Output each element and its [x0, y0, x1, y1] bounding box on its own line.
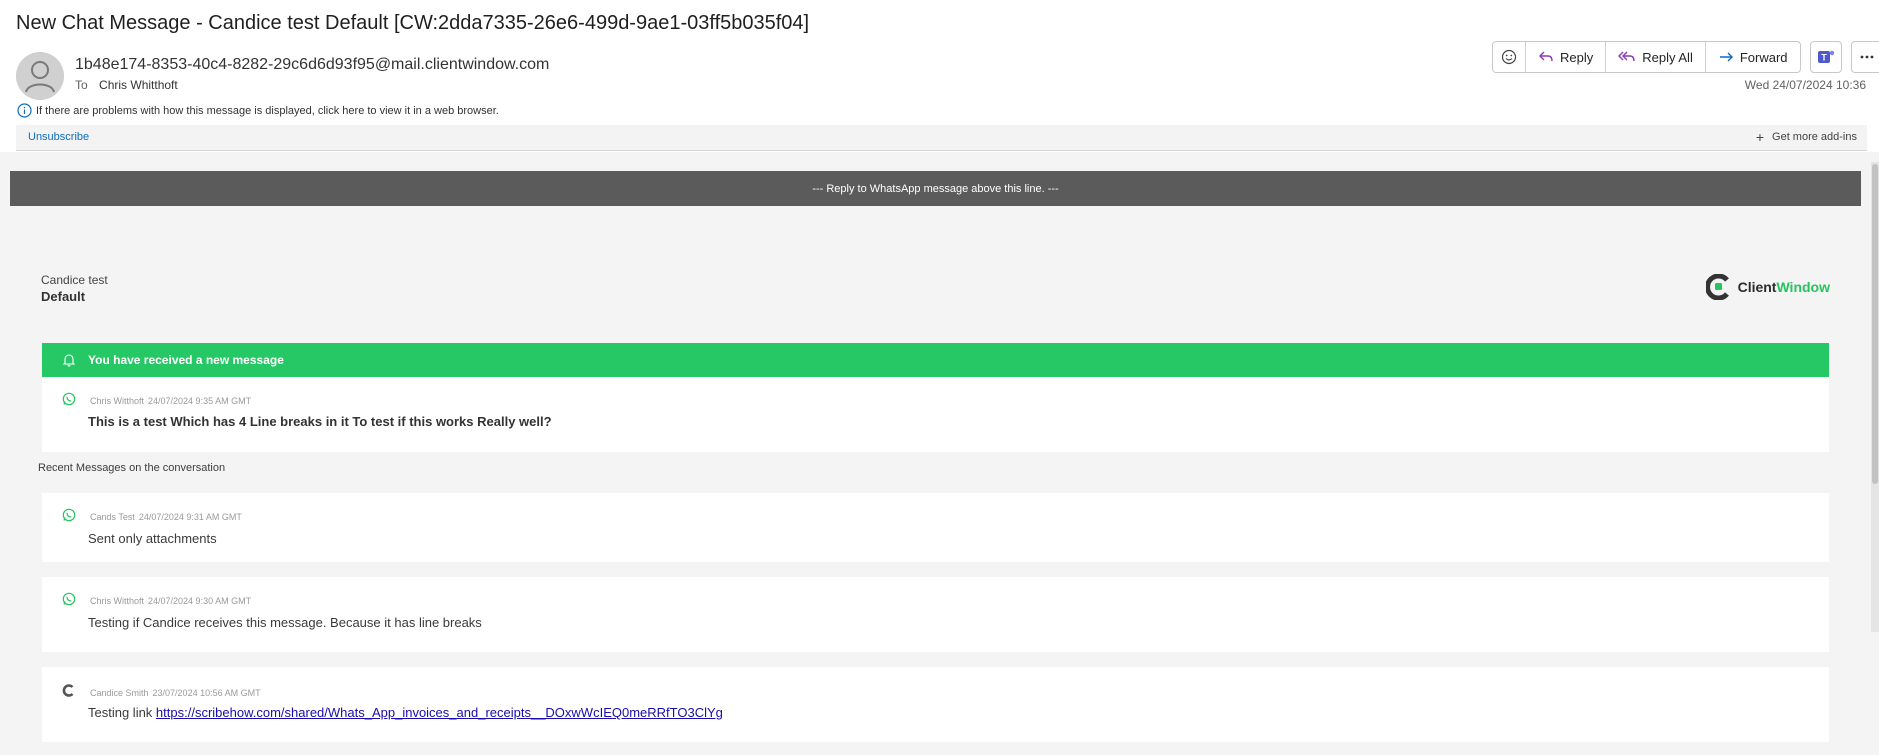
to-label: To [75, 78, 88, 92]
brand-name-part1: Client [1737, 279, 1777, 295]
message-meta: Candice Smith 23/07/2024 10:56 AM GMT [90, 688, 261, 698]
emoji-icon [1501, 49, 1517, 65]
info-banner[interactable]: If there are problems with how this mess… [17, 103, 499, 118]
recipient-name[interactable]: Chris Whitthoft [99, 78, 178, 92]
message-time: 24/07/2024 9:30 AM GMT [148, 596, 252, 606]
reply-all-button[interactable]: Reply All [1606, 42, 1706, 72]
account-subtitle: Default [41, 289, 86, 304]
recent-message-card: Candice Smith 23/07/2024 10:56 AM GMT Tes… [42, 667, 1829, 742]
sender-address[interactable]: 1b48e174-8353-40c4-8282-29c6d6d93f95@mai… [75, 56, 549, 74]
email-subject: New Chat Message - Candice test Default … [16, 12, 810, 34]
message-author: Chris Witthoft [90, 396, 145, 406]
avatar [16, 52, 64, 100]
teams-icon: T [1817, 50, 1834, 63]
message-text: This is a test Which has 4 Line breaks i… [88, 414, 552, 429]
unsubscribe-link[interactable]: Unsubscribe [28, 131, 89, 143]
message-author: Chris Witthoft [90, 596, 145, 606]
scrollbar-thumb[interactable] [1872, 164, 1878, 484]
recent-messages-label: Recent Messages on the conversation [38, 462, 226, 474]
reply-icon [1539, 51, 1553, 62]
new-message-card: Chris Witthoft 24/07/2024 9:35 AM GMT Thi… [42, 377, 1829, 452]
clientwindow-logo: ClientWindow [1705, 274, 1830, 300]
message-author: Cands Test [90, 512, 135, 522]
message-time: 24/07/2024 9:31 AM GMT [138, 512, 242, 522]
more-icon [1860, 55, 1873, 59]
brand-name-part2: Window [1776, 279, 1830, 295]
message-text: Sent only attachments [88, 531, 217, 546]
account-block: Candice test Default [41, 273, 108, 304]
reply-all-label: Reply All [1642, 49, 1693, 65]
action-button-group: Reply Reply All Forward [1492, 41, 1801, 73]
whatsapp-icon [62, 392, 76, 406]
info-icon [17, 103, 32, 118]
scrollbar[interactable] [1871, 162, 1879, 632]
teams-button[interactable]: T [1809, 41, 1842, 73]
forward-label: Forward [1739, 49, 1788, 65]
get-addins-button[interactable]: + Get more add-ins [1755, 128, 1857, 145]
message-text: Testing link https://scribehow.com/share… [88, 705, 723, 720]
message-toolbar: Reply Reply All Forward T [1492, 41, 1879, 73]
message-link[interactable]: https://scribehow.com/shared/Whats_App_i… [156, 705, 723, 720]
whatsapp-icon [62, 508, 76, 522]
reply-label: Reply [1560, 49, 1594, 65]
notification-banner: You have received a new message [42, 343, 1829, 377]
addin-bar: Unsubscribe + Get more add-ins [16, 125, 1867, 151]
message-date: Wed 24/07/2024 10:36 [1744, 78, 1866, 92]
reply-button[interactable]: Reply [1526, 42, 1607, 72]
message-text: Testing if Candice receives this message… [88, 615, 482, 630]
whatsapp-icon [62, 592, 76, 606]
message-time: 24/07/2024 9:35 AM GMT [148, 396, 252, 406]
bell-icon [62, 354, 76, 367]
info-text[interactable]: If there are problems with how this mess… [36, 105, 499, 117]
recent-message-card: Cands Test 24/07/2024 9:31 AM GMT Sent on… [42, 493, 1829, 562]
reply-instruction-bar: --- Reply to WhatsApp message above this… [10, 171, 1861, 206]
reply-all-icon [1618, 51, 1635, 62]
forward-button[interactable]: Forward [1706, 42, 1800, 72]
clientwindow-icon [62, 684, 74, 697]
message-meta: Cands Test 24/07/2024 9:31 AM GMT [90, 512, 242, 522]
recipient-row: To Chris Whitthoft [75, 78, 178, 92]
svg-text:T: T [1821, 53, 1827, 63]
recent-message-card: Chris Witthoft 24/07/2024 9:30 AM GMT Tes… [42, 577, 1829, 652]
get-addins-label: Get more add-ins [1772, 131, 1857, 143]
message-time: 23/07/2024 10:56 AM GMT [152, 688, 261, 698]
clientwindow-logo-icon [1705, 274, 1729, 300]
account-name: Candice test [41, 273, 108, 287]
plus-icon: + [1755, 128, 1765, 145]
message-meta: Chris Witthoft 24/07/2024 9:35 AM GMT [90, 396, 251, 406]
email-body: --- Reply to WhatsApp message above this… [0, 152, 1879, 755]
emoji-reaction-button[interactable] [1493, 42, 1526, 72]
message-meta: Chris Witthoft 24/07/2024 9:30 AM GMT [90, 596, 251, 606]
forward-icon [1719, 52, 1733, 62]
message-author: Candice Smith [90, 688, 149, 698]
more-actions-button[interactable] [1850, 41, 1879, 73]
notification-text: You have received a new message [88, 353, 284, 367]
message-text-prefix: Testing link [88, 705, 156, 720]
